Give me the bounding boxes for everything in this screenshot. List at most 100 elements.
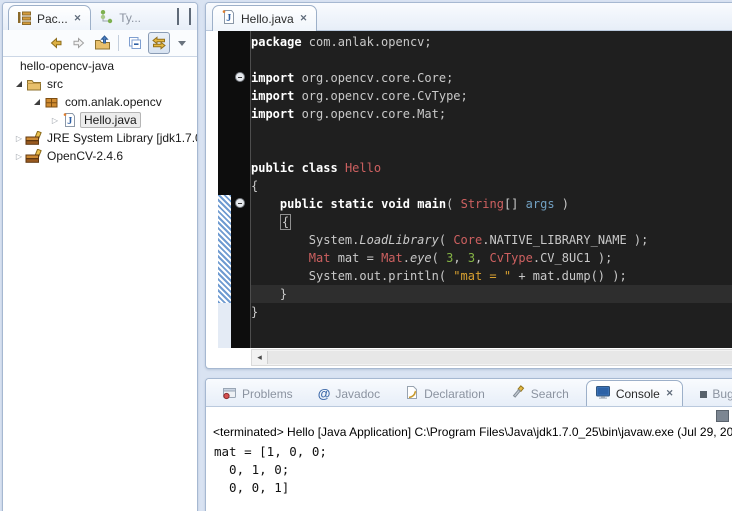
collapsed-arrow-icon[interactable]: ▷: [13, 134, 25, 143]
expanded-triangle: [16, 81, 22, 87]
tree-item-hello-java[interactable]: ▷JHello.java: [3, 111, 197, 129]
view-menu-button[interactable]: [173, 33, 193, 53]
library-icon: [25, 149, 42, 164]
close-icon[interactable]: ✕: [73, 13, 83, 24]
fold-collapse-icon[interactable]: [235, 198, 245, 208]
scrollbar-thumb[interactable]: [267, 351, 732, 364]
left-panel-tabrow: Pac... ✕ Ty...: [3, 3, 197, 31]
close-icon[interactable]: ✕: [665, 388, 675, 399]
tree-item-jre-system-library-jdk1-7-0[interactable]: ▷ JRE System Library [jdk1.7.0: [3, 129, 197, 147]
method-range-indicator: [218, 195, 231, 303]
tab-label: Console: [616, 387, 660, 401]
collapsed-triangle: ▷: [16, 152, 22, 161]
tab-label: Declaration: [424, 387, 485, 401]
search-icon: [510, 385, 526, 403]
console-toolbar-icon[interactable]: [716, 410, 729, 422]
up-button[interactable]: [92, 33, 112, 53]
tree-item-label: JRE System Library [jdk1.7.0: [44, 130, 197, 146]
tab-label: Ty...: [119, 11, 141, 25]
tab-hello-java[interactable]: JHello.java✕: [212, 5, 317, 31]
code-line: [251, 51, 732, 69]
code-line: public static void main( String[] args ): [251, 195, 732, 213]
close-icon[interactable]: ✕: [299, 13, 309, 24]
editor-tabrow: JHello.java✕: [206, 3, 732, 31]
collapsed-arrow-icon[interactable]: ▷: [13, 152, 25, 161]
code-line: import org.opencv.core.Mat;: [251, 105, 732, 123]
tab-bug-explorer[interactable]: Bug Explorer: [692, 382, 732, 406]
forward-button[interactable]: [69, 33, 89, 53]
java-file-icon: J: [61, 112, 78, 128]
range-indicator-ruler[interactable]: [218, 31, 231, 348]
expanded-arrow-icon[interactable]: [31, 99, 43, 105]
current-code-line: }: [251, 285, 732, 303]
collapsed-triangle: ▷: [16, 134, 22, 143]
project-tree[interactable]: hello-opencv-javasrccom.anlak.opencv▷JHe…: [3, 57, 197, 511]
tab-label: Search: [531, 387, 569, 401]
tree-item-com-anlak-opencv[interactable]: com.anlak.opencv: [3, 93, 197, 111]
bug-square-icon: [700, 387, 707, 401]
fold-collapse-icon[interactable]: [235, 72, 245, 82]
code-editor[interactable]: package com.anlak.opencv; import org.open…: [218, 31, 732, 348]
tree-item-src[interactable]: src: [3, 75, 197, 93]
folding-ruler[interactable]: [231, 31, 251, 348]
collapsed-arrow-icon[interactable]: ▷: [49, 116, 61, 125]
tab-type-hierarchy[interactable]: Ty...: [91, 5, 149, 30]
expanded-arrow-icon[interactable]: [13, 81, 25, 87]
console-process-header: <terminated> Hello [Java Application] C:…: [213, 425, 732, 439]
tab-label: Javadoc: [335, 387, 380, 401]
java-file-icon: J: [221, 9, 236, 28]
console-output[interactable]: mat = [1, 0, 0; 0, 1, 0; 0, 0, 1]: [214, 443, 732, 511]
back-button[interactable]: [46, 33, 66, 53]
collapsed-triangle: ▷: [52, 116, 58, 125]
code-line: package com.anlak.opencv;: [251, 33, 732, 51]
console-view: Problems @Javadoc Declaration Search Console…: [205, 378, 732, 511]
code-line: {: [251, 213, 732, 231]
console-output-line: mat = [1, 0, 0;: [214, 443, 732, 461]
code-line: import org.opencv.core.CvType;: [251, 87, 732, 105]
code-line: [251, 123, 732, 141]
bottom-panel-tabrow: Problems @Javadoc Declaration Search Console…: [206, 379, 732, 407]
code-line: Mat mat = Mat.eye( 3, 3, CvType.CV_8UC1 …: [251, 249, 732, 267]
code-line: }: [251, 303, 732, 321]
tree-item-label: Hello.java: [80, 112, 141, 128]
tree-item-label: src: [44, 76, 66, 92]
tree-item-label: OpenCV-2.4.6: [44, 148, 126, 164]
link-with-editor-button[interactable]: [148, 32, 170, 54]
tab-search[interactable]: Search: [502, 382, 577, 406]
scroll-left-arrow-icon[interactable]: ◂: [252, 353, 267, 363]
code-line: System.LoadLibrary( Core.NATIVE_LIBRARY_…: [251, 231, 732, 249]
tab-problems[interactable]: Problems: [214, 382, 301, 406]
tab-javadoc[interactable]: @Javadoc: [310, 382, 388, 406]
package-explorer-view: Pac... ✕ Ty... hello-opencv-java srccom.anl…: [2, 2, 198, 511]
eclipse-window: Pac... ✕ Ty... hello-opencv-java srccom.anl…: [0, 0, 732, 511]
tree-item-opencv-2-4-6[interactable]: ▷ OpenCV-2.4.6: [3, 147, 197, 165]
code-line: public class Hello: [251, 159, 732, 177]
tab-label: Pac...: [37, 12, 68, 26]
tab-package-explorer[interactable]: Pac... ✕: [8, 5, 91, 31]
tab-declaration[interactable]: Declaration: [397, 382, 493, 406]
tree-item-label: hello-opencv-java: [17, 58, 117, 74]
package-icon: [43, 95, 60, 110]
tab-label: Bug Explorer: [712, 387, 732, 401]
maximize-view-button[interactable]: [189, 10, 191, 24]
svg-text:J: J: [226, 13, 231, 24]
tab-console[interactable]: Console ✕: [586, 380, 684, 406]
tree-item-hello-opencv-java[interactable]: hello-opencv-java: [3, 57, 197, 75]
package-explorer-toolbar: [3, 30, 197, 57]
editor-area: JHello.java✕ package com.anlak.opencv; im…: [205, 2, 732, 369]
editor-code-area[interactable]: package com.anlak.opencv; import org.open…: [251, 33, 732, 348]
code-line: {: [251, 177, 732, 195]
code-line: System.out.println( "mat = " + mat.dump(…: [251, 267, 732, 285]
console-icon: [595, 385, 611, 402]
problems-icon: [222, 386, 237, 403]
expanded-triangle: [34, 99, 40, 105]
library-icon: [25, 131, 42, 146]
type-hierarchy-icon: [99, 9, 114, 27]
editor-horizontal-scrollbar[interactable]: ◂: [251, 349, 732, 366]
tab-label: Problems: [242, 387, 293, 401]
minimize-view-button[interactable]: [177, 10, 179, 24]
collapse-all-button[interactable]: [125, 33, 145, 53]
range-indicator-trail: [218, 303, 231, 348]
console-output-line: 0, 0, 1]: [214, 479, 732, 497]
package-explorer-icon: [17, 10, 32, 28]
